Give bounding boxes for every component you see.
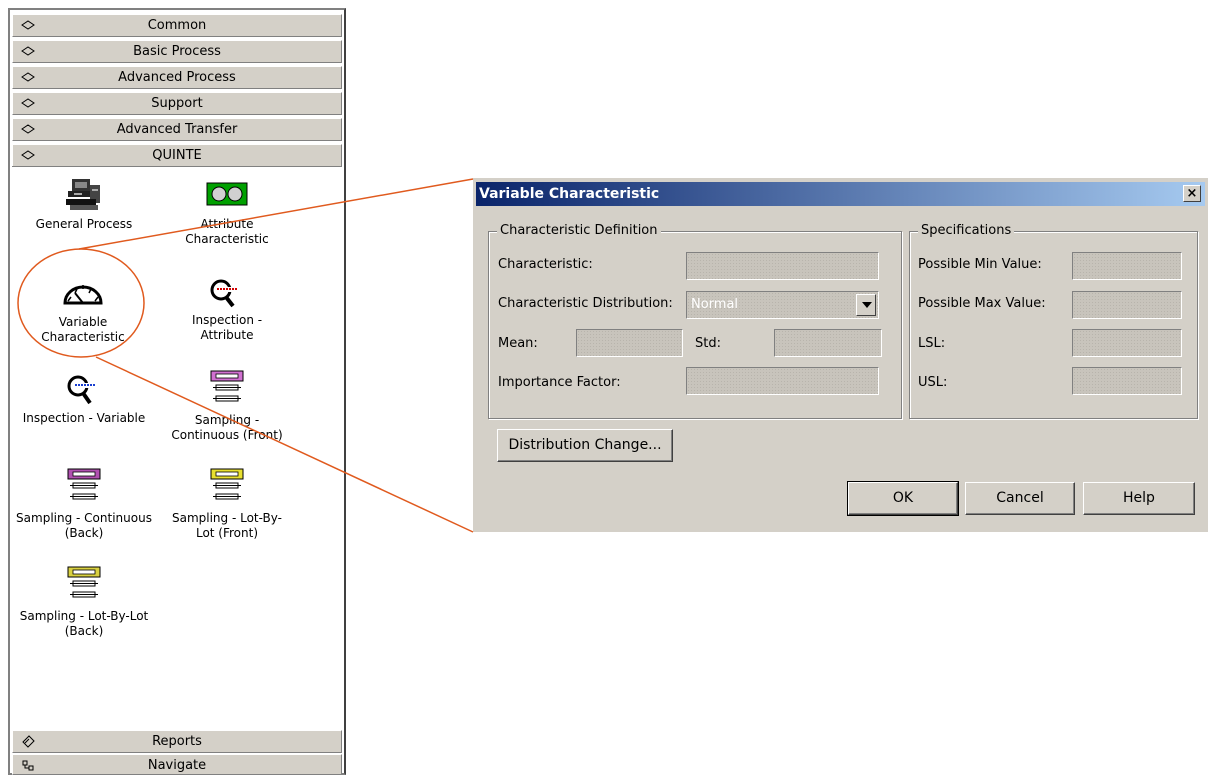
possible-max-field[interactable] — [1072, 291, 1182, 319]
category-label: Navigate — [147, 758, 207, 773]
module-label: Attribute Characteristic — [185, 217, 269, 246]
importance-factor-field[interactable] — [686, 367, 879, 395]
module-label: Sampling - Continuous (Front) — [171, 413, 283, 442]
distribution-label: Characteristic Distribution: — [498, 296, 673, 311]
characteristic-field[interactable] — [686, 252, 879, 280]
category-navigate[interactable]: Navigate — [12, 754, 342, 775]
dialog-title: Variable Characteristic — [479, 186, 660, 202]
category-reports[interactable]: Reports — [12, 730, 342, 753]
sampling-stack-icon — [67, 468, 101, 500]
dropdown-arrow-icon[interactable] — [856, 294, 876, 316]
mean-field[interactable] — [576, 329, 683, 357]
gauge-icon — [63, 285, 103, 305]
help-button[interactable]: Help — [1083, 482, 1195, 515]
module-palette: General Process Attribute Characteristic… — [12, 166, 342, 727]
category-label: Reports — [152, 734, 202, 749]
characteristic-label: Characteristic: — [498, 257, 593, 272]
close-button[interactable]: × — [1183, 185, 1201, 202]
group-legend: Specifications — [918, 223, 1015, 238]
module-inspection-variable[interactable]: Inspection - Variable — [14, 375, 154, 426]
module-sampling-lot-back[interactable]: Sampling - Lot-By-Lot (Back) — [14, 565, 154, 639]
category-label: Advanced Transfer — [116, 122, 238, 137]
distribution-select[interactable]: Normal — [686, 291, 879, 319]
project-bar: Common Basic Process Advanced Process Su… — [8, 8, 346, 775]
category-advanced-transfer[interactable]: Advanced Transfer — [12, 118, 342, 141]
variable-characteristic-dialog: Variable Characteristic × Characteristic… — [473, 178, 1208, 532]
module-label: Sampling - Lot-By-Lot (Front) — [171, 511, 282, 540]
possible-min-field[interactable] — [1072, 252, 1182, 280]
std-label: Std: — [695, 336, 721, 351]
sampling-stack-icon — [210, 468, 244, 500]
module-label: Inspection - Variable — [22, 411, 146, 425]
close-icon: × — [1186, 186, 1198, 201]
module-label: Sampling - Lot-By-Lot (Back) — [19, 609, 149, 638]
distribution-change-button[interactable]: Distribution Change... — [497, 429, 673, 462]
sampling-stack-icon — [67, 566, 101, 598]
module-label: Sampling - Continuous (Back) — [16, 511, 152, 540]
module-label: Inspection - Attribute — [191, 313, 263, 342]
category-basic-process[interactable]: Basic Process — [12, 40, 342, 63]
module-sampling-lot-front[interactable]: Sampling - Lot-By-Lot (Front) — [164, 467, 290, 541]
possible-max-label: Possible Max Value: — [918, 296, 1046, 311]
module-general-process[interactable]: General Process — [14, 177, 154, 232]
magnifier-icon — [67, 375, 97, 405]
importance-factor-label: Importance Factor: — [498, 375, 621, 390]
module-sampling-continuous-back[interactable]: Sampling - Continuous (Back) — [14, 467, 154, 541]
computer-stack-icon — [66, 179, 100, 210]
possible-min-label: Possible Min Value: — [918, 257, 1042, 272]
dialog-titlebar[interactable]: Variable Characteristic × — [476, 182, 1205, 206]
sampling-stack-icon — [210, 370, 244, 402]
module-label: General Process — [35, 217, 133, 231]
cancel-button[interactable]: Cancel — [965, 482, 1075, 515]
magnifier-icon — [210, 279, 239, 308]
module-sampling-continuous-front[interactable]: Sampling - Continuous (Front) — [164, 369, 290, 443]
module-attribute-characteristic[interactable]: Attribute Characteristic — [164, 177, 290, 247]
lsl-label: LSL: — [918, 336, 946, 351]
module-variable-characteristic[interactable]: Variable Characteristic — [20, 279, 146, 345]
std-field[interactable] — [774, 329, 882, 357]
category-label: Common — [147, 18, 207, 33]
category-common[interactable]: Common — [12, 14, 342, 37]
group-legend: Characteristic Definition — [497, 223, 661, 238]
traffic-light-icon — [206, 182, 248, 206]
category-label: Support — [151, 96, 203, 111]
category-label: Basic Process — [133, 44, 221, 59]
usl-field[interactable] — [1072, 367, 1182, 395]
ok-button[interactable]: OK — [847, 481, 959, 516]
mean-label: Mean: — [498, 336, 538, 351]
module-label: Variable Characteristic — [41, 315, 125, 344]
category-label: QUINTE — [152, 148, 202, 163]
distribution-value: Normal — [691, 297, 739, 312]
lsl-field[interactable] — [1072, 329, 1182, 357]
category-advanced-process[interactable]: Advanced Process — [12, 66, 342, 89]
module-inspection-attribute[interactable]: Inspection - Attribute — [164, 279, 290, 343]
category-quinte[interactable]: QUINTE — [12, 144, 342, 167]
category-label: Advanced Process — [118, 70, 236, 85]
category-support[interactable]: Support — [12, 92, 342, 115]
usl-label: USL: — [918, 375, 948, 390]
